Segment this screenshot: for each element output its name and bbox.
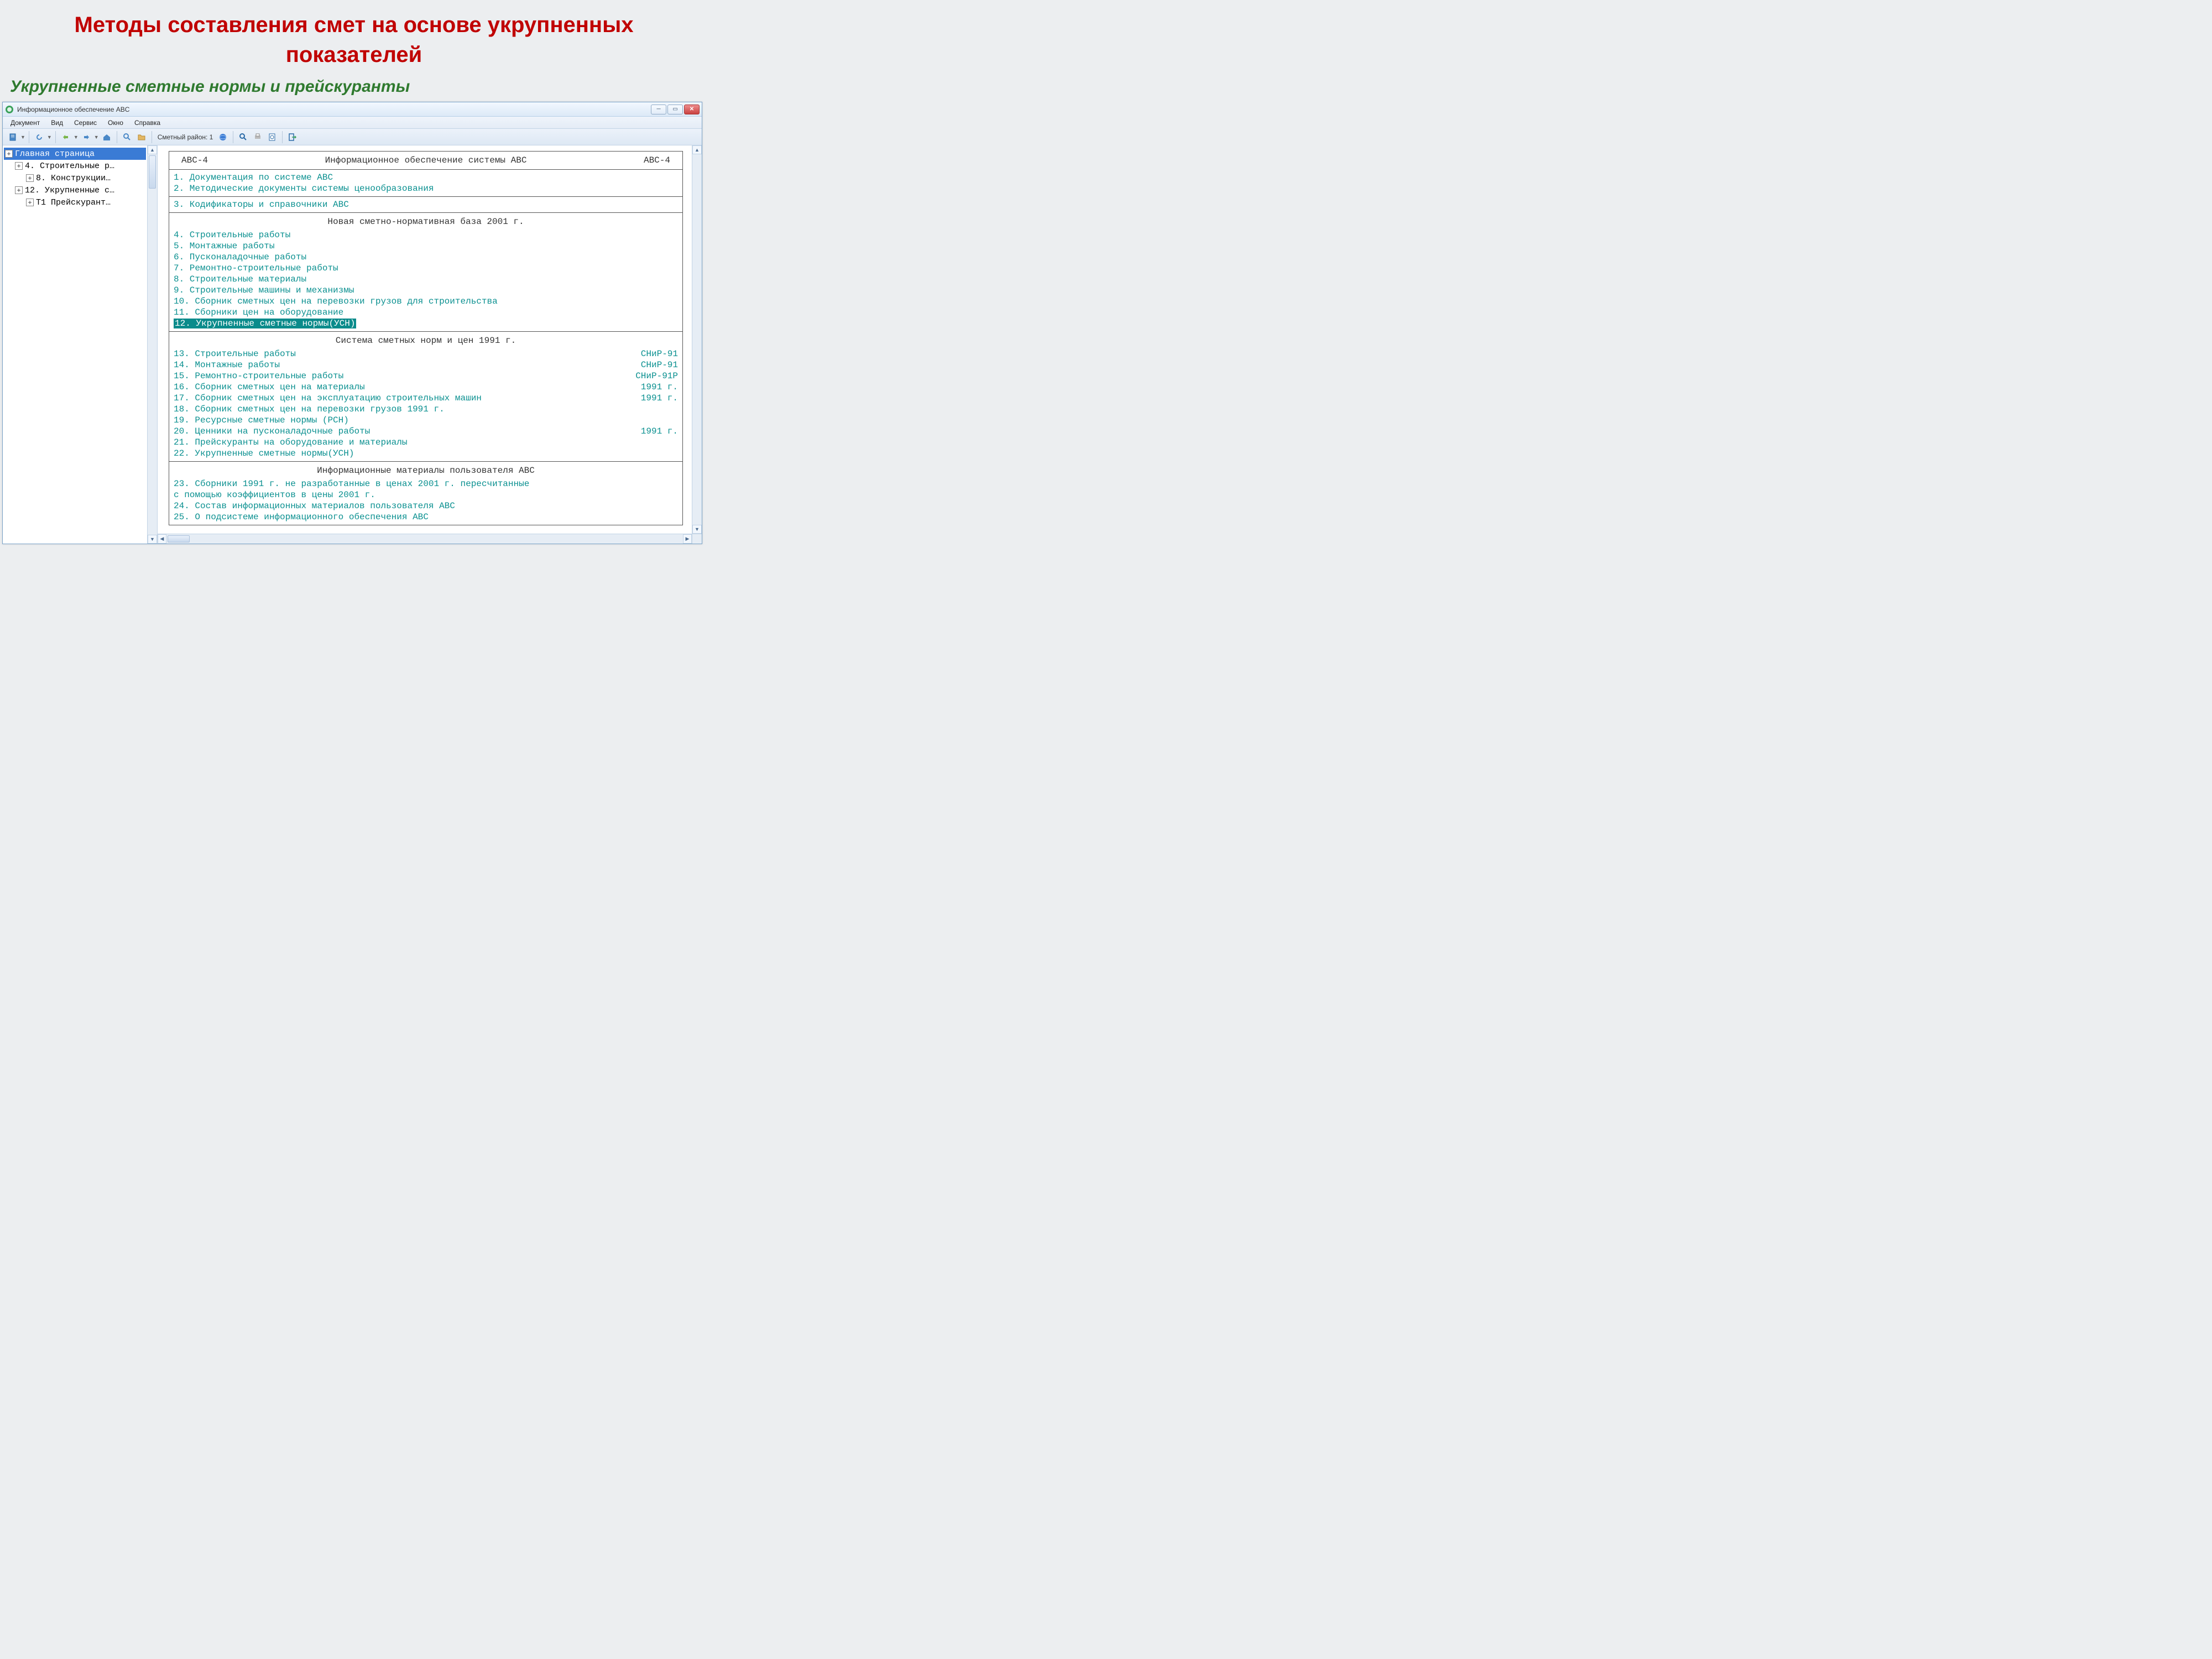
tree-vscrollbar[interactable]: ▲ ▼ xyxy=(147,145,157,544)
tree-item-label: 8. Конструкции… xyxy=(36,174,111,183)
document-view[interactable]: ABC-4 Информационное обеспечение системы… xyxy=(162,148,690,531)
doc-link[interactable]: 19. Ресурсные сметные нормы (РСН) xyxy=(174,415,678,426)
expand-icon[interactable]: + xyxy=(26,174,34,182)
tb-undo-icon[interactable] xyxy=(59,131,72,144)
doc-link[interactable]: 24. Состав информационных материалов пол… xyxy=(174,500,678,512)
tb-preview-icon[interactable] xyxy=(265,131,279,144)
scroll-up-icon[interactable]: ▲ xyxy=(692,145,702,154)
app-window: Информационное обеспечение ABC ─ ▭ ✕ Док… xyxy=(2,102,702,544)
tree-item-label: Главная страница xyxy=(15,149,95,159)
content-panel: ABC-4 Информационное обеспечение системы… xyxy=(158,145,702,544)
doc-link[interactable]: 2. Методические документы системы ценооб… xyxy=(174,183,678,194)
doc-link[interactable]: 15. Ремонтно-строительные работыСНиР-91Р xyxy=(174,371,678,382)
doc-link[interactable]: 6. Пусконаладочные работы xyxy=(174,252,678,263)
doc-link[interactable]: 9. Строительные машины и механизмы xyxy=(174,285,678,296)
tb-home-icon[interactable] xyxy=(100,131,113,144)
close-button[interactable]: ✕ xyxy=(684,105,700,114)
content-hscrollbar[interactable]: ◀ ▶ xyxy=(158,534,692,544)
scroll-down-icon[interactable]: ▼ xyxy=(148,535,157,544)
tree-item[interactable]: +Т1 Прейскурант… xyxy=(4,196,146,208)
scroll-corner xyxy=(692,534,702,544)
scroll-up-icon[interactable]: ▲ xyxy=(148,145,157,154)
tb-exit-icon[interactable] xyxy=(286,131,299,144)
tree-item-label: 4. Строительные р… xyxy=(25,161,114,171)
expand-icon[interactable]: + xyxy=(15,186,23,194)
doc-divider: =-=-=-=-=-=-=-=-=-=-=-=-=-=-=-=-=-=-=-=-… xyxy=(162,529,690,531)
doc-header-right: ABC-4 xyxy=(644,155,670,166)
section-title: Информационные материалы пользователя AB… xyxy=(174,464,678,478)
scroll-left-icon[interactable]: ◀ xyxy=(158,534,166,544)
doc-link[interactable]: 8. Строительные материалы xyxy=(174,274,678,285)
section-title: Новая сметно-нормативная база 2001 г. xyxy=(174,215,678,229)
menubar: Документ Вид Сервис Окно Справка xyxy=(3,117,702,129)
doc-header-left: ABC-4 xyxy=(181,155,208,166)
dropdown-caret-icon[interactable]: ▼ xyxy=(47,134,52,140)
scroll-thumb[interactable] xyxy=(149,155,156,189)
client-area: +Главная страница+4. Строительные р…+8. … xyxy=(3,145,702,544)
doc-link[interactable]: 21. Прейскуранты на оборудование и матер… xyxy=(174,437,678,448)
scroll-down-icon[interactable]: ▼ xyxy=(692,525,702,534)
slide-subtitle: Укрупненные сметные нормы и прейскуранты xyxy=(0,74,708,102)
doc-link[interactable]: 23. Сборники 1991 г. не разработанные в … xyxy=(174,478,678,489)
doc-link[interactable]: 18. Сборник сметных цен на перевозки гру… xyxy=(174,404,678,415)
tree-panel: +Главная страница+4. Строительные р…+8. … xyxy=(3,145,158,544)
tb-open-icon[interactable] xyxy=(135,131,148,144)
window-title: Информационное обеспечение ABC xyxy=(17,106,651,113)
tree-item[interactable]: +4. Строительные р… xyxy=(4,160,146,172)
maximize-button[interactable]: ▭ xyxy=(667,105,683,114)
doc-link[interactable]: 22. Укрупненные сметные нормы(УСН) xyxy=(174,448,678,459)
doc-link[interactable]: 14. Монтажные работыСНиР-91 xyxy=(174,359,678,371)
doc-link[interactable]: 13. Строительные работыСНиР-91 xyxy=(174,348,678,359)
doc-header-center: Информационное обеспечение системы ABC xyxy=(325,155,527,166)
scroll-right-icon[interactable]: ▶ xyxy=(683,534,692,544)
menu-view[interactable]: Вид xyxy=(45,119,69,127)
tree-item-label: 12. Укрупненные с… xyxy=(25,186,114,195)
titlebar: Информационное обеспечение ABC ─ ▭ ✕ xyxy=(3,102,702,117)
expand-icon[interactable]: + xyxy=(5,150,13,158)
content-vscrollbar[interactable]: ▲ ▼ xyxy=(692,145,702,534)
app-icon xyxy=(5,105,14,114)
tree-item[interactable]: +Главная страница xyxy=(4,148,146,160)
doc-link[interactable]: 16. Сборник сметных цен на материалы1991… xyxy=(174,382,678,393)
doc-link[interactable]: 7. Ремонтно-строительные работы xyxy=(174,263,678,274)
doc-link[interactable]: с помощью коэффициентов в цены 2001 г. xyxy=(174,489,678,500)
menu-service[interactable]: Сервис xyxy=(69,119,102,127)
expand-icon[interactable]: + xyxy=(26,199,34,206)
hscroll-thumb[interactable] xyxy=(168,535,190,542)
doc-link[interactable]: 20. Ценники на пусконаладочные работы199… xyxy=(174,426,678,437)
tb-print-icon[interactable] xyxy=(251,131,264,144)
tb-zoom-icon[interactable] xyxy=(121,131,134,144)
dropdown-caret-icon[interactable]: ▼ xyxy=(74,134,79,140)
doc-link[interactable]: 3. Кодификаторы и справочники ABC xyxy=(174,199,678,210)
tree-item-label: Т1 Прейскурант… xyxy=(36,198,111,207)
dropdown-caret-icon[interactable]: ▼ xyxy=(20,134,25,140)
menu-window[interactable]: Окно xyxy=(102,119,129,127)
tree-item[interactable]: +8. Конструкции… xyxy=(4,172,146,184)
tb-edit-icon[interactable] xyxy=(6,131,19,144)
slide-title: Методы составления смет на основе укрупн… xyxy=(0,0,708,74)
expand-icon[interactable]: + xyxy=(15,162,23,170)
doc-link[interactable]: 17. Сборник сметных цен на эксплуатацию … xyxy=(174,393,678,404)
doc-link[interactable]: 5. Монтажные работы xyxy=(174,241,678,252)
toolbar: ▼ ▼ ▼ ▼ Сметный район: 1 xyxy=(3,129,702,145)
tree-item[interactable]: +12. Укрупненные с… xyxy=(4,184,146,196)
tb-district-label: Сметный район: 1 xyxy=(155,133,216,141)
doc-link[interactable]: 4. Строительные работы xyxy=(174,229,678,241)
doc-link[interactable]: 1. Документация по системе ABC xyxy=(174,172,678,183)
tb-redo-icon[interactable] xyxy=(80,131,93,144)
doc-link[interactable]: 25. О подсистеме информационного обеспеч… xyxy=(174,512,678,523)
menu-document[interactable]: Документ xyxy=(5,119,45,127)
tb-globe-icon[interactable] xyxy=(216,131,229,144)
navigation-tree[interactable]: +Главная страница+4. Строительные р…+8. … xyxy=(3,145,147,544)
menu-help[interactable]: Справка xyxy=(129,119,166,127)
doc-link[interactable]: 11. Сборники цен на оборудование xyxy=(174,307,678,318)
dropdown-caret-icon[interactable]: ▼ xyxy=(94,134,99,140)
doc-link-selected[interactable]: 12. Укрупненные сметные нормы(УСН) xyxy=(174,318,678,329)
doc-link[interactable]: 10. Сборник сметных цен на перевозки гру… xyxy=(174,296,678,307)
tb-refresh-icon[interactable] xyxy=(33,131,46,144)
tb-search-icon[interactable] xyxy=(237,131,250,144)
minimize-button[interactable]: ─ xyxy=(651,105,666,114)
section-title: Система сметных норм и цен 1991 г. xyxy=(174,334,678,348)
